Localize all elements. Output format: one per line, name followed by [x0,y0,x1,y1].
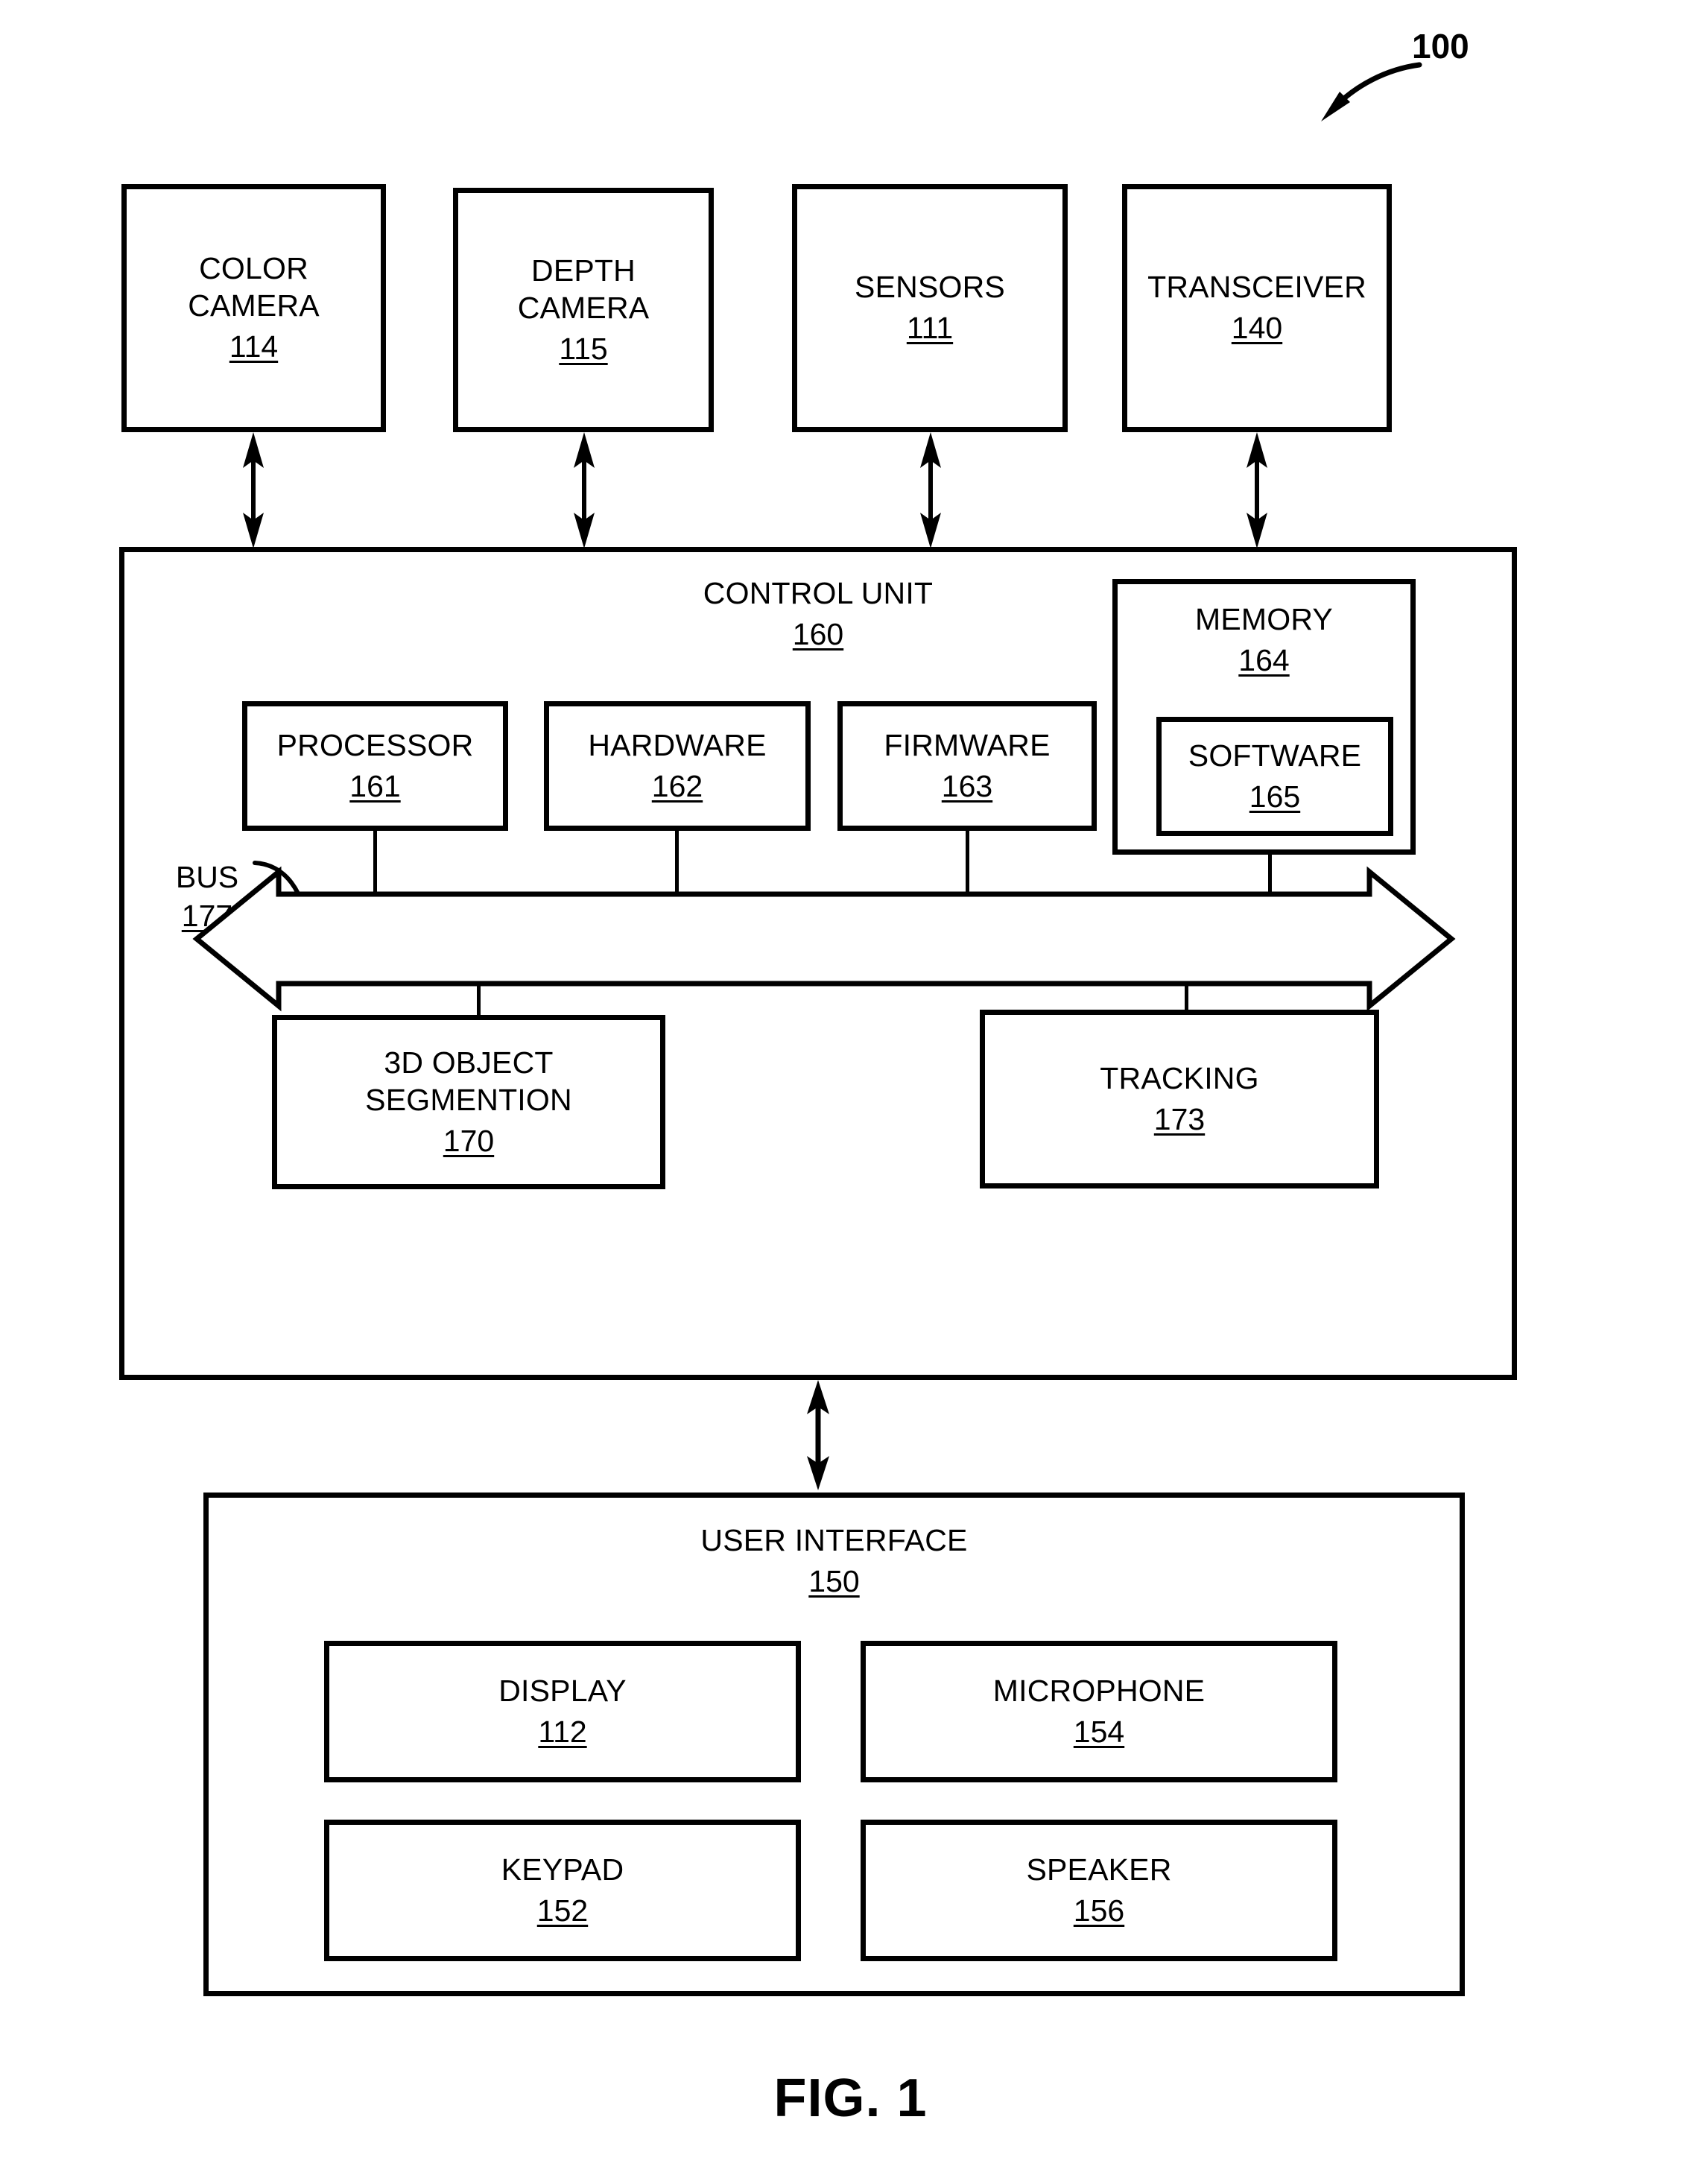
block-color-camera[interactable]: COLOR CAMERA 114 [121,184,386,432]
block-sensors[interactable]: SENSORS 111 [792,184,1068,432]
bus-label-text: BUS [175,860,239,895]
block-firmware[interactable]: FIRMWARE 163 [837,701,1097,831]
arrow-depth-camera-to-control-unit [574,432,595,548]
patent-figure-page: 100 COLOR CAMERA 114 DEPTH CAMERA 115 SE… [0,0,1701,2184]
block-title: KEYPAD [501,1852,624,1887]
memory-heading: MEMORY 164 [1118,601,1410,680]
block-title: SPEAKER [1026,1852,1172,1887]
block-depth-camera[interactable]: DEPTH CAMERA 115 [453,188,714,432]
block-number: 115 [559,331,608,366]
user-interface-heading: USER INTERFACE 150 [209,1522,1460,1601]
user-interface-title: USER INTERFACE [700,1523,968,1557]
block-title: DEPTH CAMERA [517,253,650,325]
user-interface-number: 150 [808,1564,860,1599]
block-title: HARDWARE [588,727,767,762]
block-transceiver[interactable]: TRANSCEIVER 140 [1122,184,1392,432]
block-number: 165 [1249,779,1301,814]
block-number: 173 [1153,1101,1206,1136]
block-number: 162 [651,768,703,803]
arrow-control-unit-to-user-interface [807,1380,829,1490]
block-number: 152 [536,1893,589,1928]
block-tracking[interactable]: TRACKING 173 [980,1010,1379,1188]
block-number: 140 [1231,311,1283,346]
arrow-color-camera-to-control-unit [243,432,264,548]
block-title: SENSORS [855,270,1005,305]
block-title: COLOR CAMERA [188,251,320,323]
memory-title: MEMORY [1195,602,1333,636]
block-title: DISPLAY [498,1673,627,1708]
block-number: 163 [941,768,993,803]
connector-firmware-bus [966,831,969,894]
block-title: FIRMWARE [884,727,1051,762]
bus-arrow-icon [192,866,1456,1012]
block-title: PROCESSOR [276,727,474,762]
block-number: 114 [229,329,279,364]
connector-processor-bus [373,831,377,894]
block-hardware[interactable]: HARDWARE 162 [544,701,811,831]
block-number: 170 [443,1123,495,1158]
memory-number: 164 [1238,643,1290,678]
block-keypad[interactable]: KEYPAD 152 [324,1820,801,1961]
block-number: 156 [1073,1893,1125,1928]
block-processor[interactable]: PROCESSOR 161 [242,701,508,831]
block-display[interactable]: DISPLAY 112 [324,1641,801,1782]
block-title: TRACKING [1100,1060,1259,1095]
block-title: TRANSCEIVER [1147,270,1366,305]
block-number: 161 [349,768,401,803]
block-title: SOFTWARE [1188,738,1362,773]
block-title: 3D OBJECT SEGMENTION [365,1045,572,1117]
arrow-transceiver-to-control-unit [1247,432,1267,548]
block-number: 154 [1073,1714,1125,1749]
figure-caption: FIG. 1 [773,2069,928,2128]
block-number: 111 [906,311,954,346]
connector-hardware-bus [675,831,679,894]
arrow-sensors-to-control-unit [920,432,941,548]
block-3d-object-segmention[interactable]: 3D OBJECT SEGMENTION 170 [272,1015,665,1189]
connector-memory-bus [1268,855,1272,894]
block-title: MICROPHONE [992,1673,1206,1708]
block-speaker[interactable]: SPEAKER 156 [861,1820,1337,1961]
reference-leader-arrow-icon [1321,62,1422,121]
block-microphone[interactable]: MICROPHONE 154 [861,1641,1337,1782]
block-number: 112 [538,1714,587,1749]
block-software[interactable]: SOFTWARE 165 [1156,717,1393,836]
